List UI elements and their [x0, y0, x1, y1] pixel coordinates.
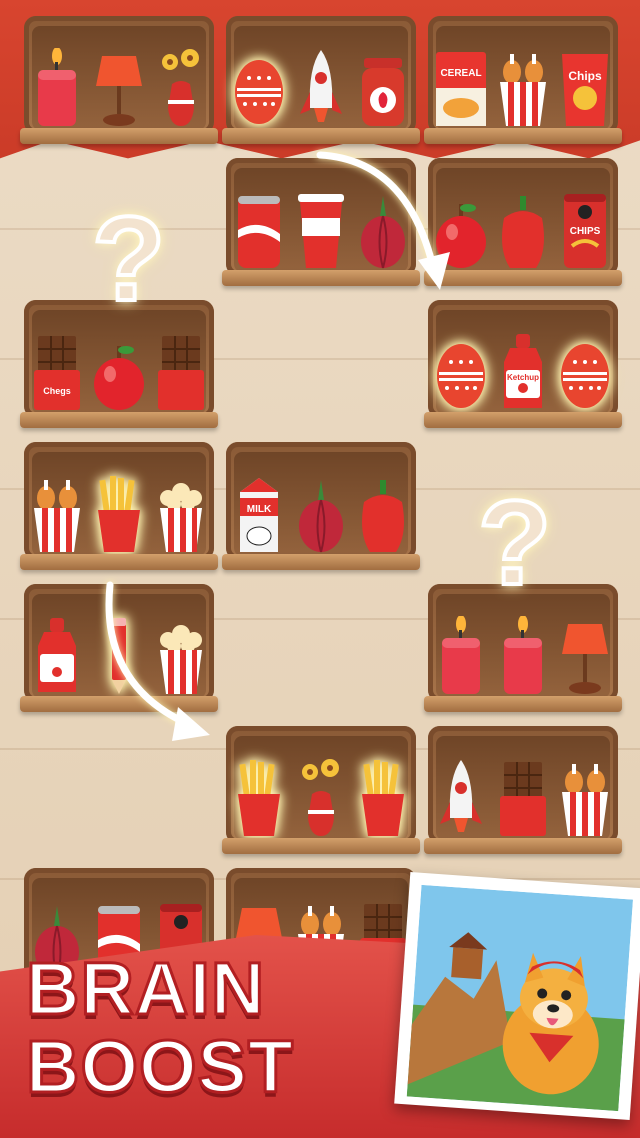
easter-egg-icon[interactable] — [434, 332, 488, 412]
flower-vase-icon[interactable] — [154, 48, 208, 128]
bell-pepper-icon[interactable] — [496, 190, 550, 270]
apple-icon[interactable] — [92, 332, 146, 412]
candle-icon[interactable] — [30, 48, 84, 128]
corgi-great-wall-illustration — [406, 884, 633, 1112]
reward-photo — [394, 872, 640, 1120]
chicken-bucket-icon[interactable] — [496, 48, 550, 128]
lamp-icon[interactable] — [92, 48, 146, 128]
shelf-plank — [424, 412, 622, 428]
shelf-plank — [20, 554, 218, 570]
shelf-plank — [20, 412, 218, 428]
french-fries-icon[interactable] — [356, 758, 410, 838]
chips-bag-icon[interactable]: Chips — [558, 48, 612, 128]
flower-vase-icon[interactable] — [294, 758, 348, 838]
shelf-plank — [222, 838, 420, 854]
hint-arrow-icon — [105, 581, 210, 741]
candle-icon[interactable] — [434, 616, 488, 696]
shelf-plank — [222, 554, 420, 570]
shelf-8[interactable] — [20, 442, 218, 574]
shelf-9[interactable]: MILK — [222, 442, 420, 574]
chocolate-label: Chegs — [43, 386, 71, 396]
lamp-icon[interactable] — [558, 616, 612, 696]
chips-can-label: CHIPS — [570, 226, 601, 237]
shelf-2[interactable] — [222, 16, 420, 148]
cereal-box-icon[interactable]: CEREAL — [434, 48, 488, 128]
french-fries-icon[interactable] — [92, 474, 146, 554]
ketchup-bottle-icon[interactable]: Ketchup — [496, 332, 550, 412]
chicken-bucket-icon[interactable] — [30, 474, 84, 554]
hint-arrow-icon — [316, 151, 450, 290]
rocket-icon[interactable] — [434, 758, 488, 838]
hint-question-mark: ? — [90, 190, 167, 328]
ketchup-bottle-icon[interactable] — [30, 616, 84, 696]
popcorn-icon[interactable] — [154, 474, 208, 554]
shelf-7[interactable]: Ketchup — [424, 300, 622, 432]
shelf-12[interactable] — [222, 726, 420, 858]
soda-can-icon[interactable] — [232, 190, 286, 270]
shelf-plank — [424, 838, 622, 854]
chips-can-icon[interactable]: CHIPS — [558, 190, 612, 270]
chips-bag-label: Chips — [568, 69, 602, 83]
strawberry-jam-icon[interactable] — [356, 48, 410, 128]
hint-question-mark: ? — [476, 474, 553, 612]
easter-egg-icon[interactable] — [232, 48, 286, 128]
cereal-label: CEREAL — [440, 68, 481, 79]
banner-title-line1: BRAIN — [24, 947, 266, 1030]
shelf-plank — [424, 696, 622, 712]
candle-icon[interactable] — [496, 616, 550, 696]
rocket-icon[interactable] — [294, 48, 348, 128]
milk-label: MILK — [247, 504, 272, 515]
chocolate-bar-icon[interactable] — [154, 332, 208, 412]
shelf-plank — [20, 128, 218, 144]
shelf-1[interactable] — [20, 16, 218, 148]
chocolate-bar-icon[interactable] — [496, 758, 550, 838]
milk-carton-icon[interactable]: MILK — [232, 474, 286, 554]
shelf-3[interactable]: CEREAL Chips — [424, 16, 622, 148]
shelf-13[interactable] — [424, 726, 622, 858]
chicken-bucket-icon[interactable] — [558, 758, 612, 838]
banner-title-line2: BOOST — [24, 1025, 295, 1108]
onion-icon[interactable] — [294, 474, 348, 554]
french-fries-icon[interactable] — [232, 758, 286, 838]
bell-pepper-icon[interactable] — [356, 474, 410, 554]
ketchup-label: Ketchup — [507, 373, 539, 382]
easter-egg-icon[interactable] — [558, 332, 612, 412]
chocolate-bar-icon[interactable]: Chegs — [30, 332, 84, 412]
